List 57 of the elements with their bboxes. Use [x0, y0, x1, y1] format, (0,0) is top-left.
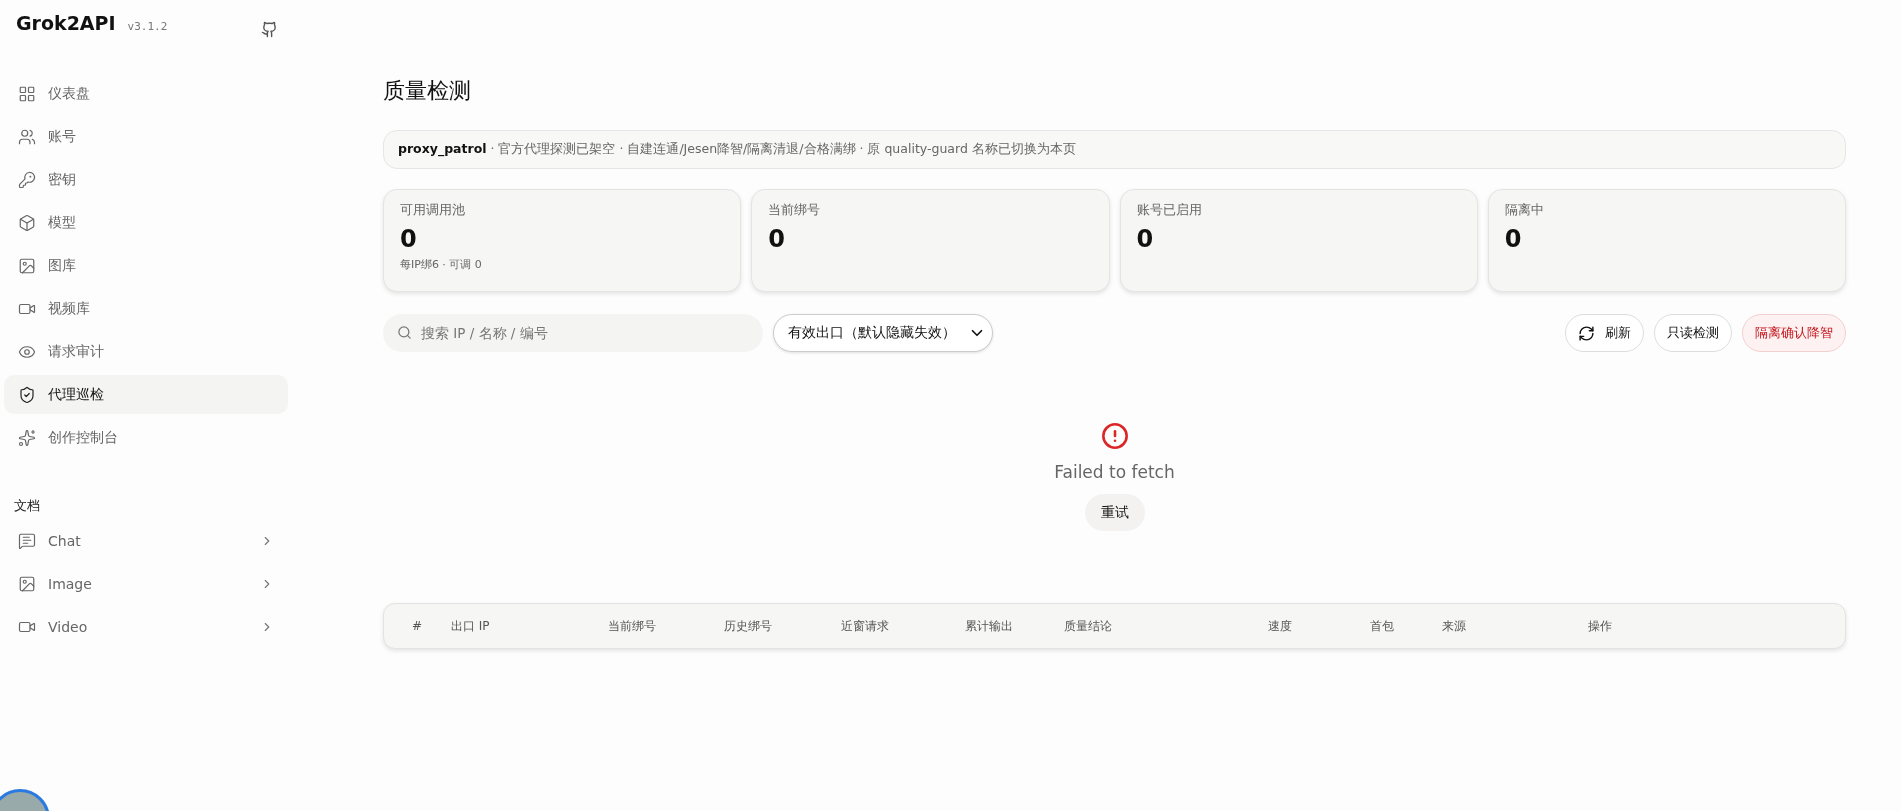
error-message: Failed to fetch — [1054, 462, 1175, 482]
stat-label: 账号已启用 — [1136, 202, 1202, 219]
brand-name: Grok2API — [16, 12, 116, 34]
sidebar-item[interactable]: 账号 — [4, 117, 288, 156]
retry-button[interactable]: 重试 — [1084, 494, 1145, 531]
stat-note: 每IP绑6 · 可调 0 — [400, 257, 482, 272]
sidebar-item[interactable]: 请求审计 — [4, 332, 288, 371]
sidebar-item[interactable]: 仪表盘 — [4, 74, 288, 113]
stat-label: 隔离中 — [1504, 202, 1544, 219]
column-header: # — [412, 619, 424, 633]
column-header: 累计输出 — [965, 617, 1014, 635]
stat-label: 可用调用池 — [400, 202, 465, 219]
check-button[interactable]: 只读检测 — [1654, 314, 1732, 352]
shield-check-icon — [18, 385, 36, 404]
column-header: 速度 — [1268, 617, 1293, 635]
section-heading: 文档 — [14, 497, 41, 515]
stat-label: 当前绑号 — [768, 202, 821, 219]
alert-icon — [1100, 422, 1129, 450]
grid-icon — [18, 84, 36, 103]
github-icon[interactable] — [261, 20, 278, 38]
sidebar-item[interactable]: 图库 — [4, 246, 288, 285]
cube-icon — [18, 213, 36, 232]
sparkles-icon — [18, 428, 36, 447]
search-icon — [397, 325, 412, 340]
stat-value: 0 — [1136, 225, 1154, 253]
version-label: v3.1.2 — [127, 20, 168, 33]
users-icon — [18, 127, 36, 146]
column-header: 历史绑号 — [724, 617, 773, 635]
column-header: 近窗请求 — [841, 617, 890, 635]
page-title: 质量检测 — [383, 77, 472, 105]
sidebar-item[interactable]: 密钥 — [4, 160, 288, 199]
column-header: 操作 — [1588, 617, 1613, 635]
sidebar-item[interactable]: 视频库 — [4, 289, 288, 328]
column-header: 当前绑号 — [608, 617, 657, 635]
image-icon — [18, 256, 36, 275]
notice-text: proxy_patrol · 官方代理探测已架空 · 自建连通/Jesen降智/隔离清退/合格满绑 · 原 quality-guard 名称已切换为本页 — [383, 130, 1846, 169]
search-field[interactable]: 搜索 IP / 名称 / 编号 — [383, 314, 763, 352]
column-header: 来源 — [1442, 617, 1467, 635]
sidebar-item[interactable]: 创作控制台 — [4, 418, 288, 457]
chat-icon — [18, 531, 36, 550]
column-header: 出口 IP — [451, 617, 491, 635]
refresh-button[interactable]: 刷新 — [1565, 314, 1644, 352]
stat-value: 0 — [768, 225, 785, 253]
stat-value: 0 — [400, 225, 417, 253]
sidebar-item[interactable]: Image — [4, 564, 288, 603]
key-icon — [18, 170, 36, 189]
sidebar-item[interactable]: Chat — [4, 521, 288, 560]
quarantine-button[interactable]: 隔离确认降智 — [1742, 314, 1846, 352]
refresh-icon — [1578, 324, 1595, 342]
sidebar-item[interactable]: 模型 — [4, 203, 288, 242]
filter-dropdown[interactable]: 有效出口（默认隐藏失效） — [773, 314, 993, 352]
image-icon — [18, 574, 36, 593]
stat-value: 0 — [1504, 225, 1522, 253]
sidebar-item[interactable]: Video — [4, 607, 288, 646]
column-header: 首包 — [1370, 617, 1395, 635]
column-header: 质量结论 — [1064, 617, 1113, 635]
sidebar-item[interactable]: 代理巡检 — [4, 375, 288, 414]
